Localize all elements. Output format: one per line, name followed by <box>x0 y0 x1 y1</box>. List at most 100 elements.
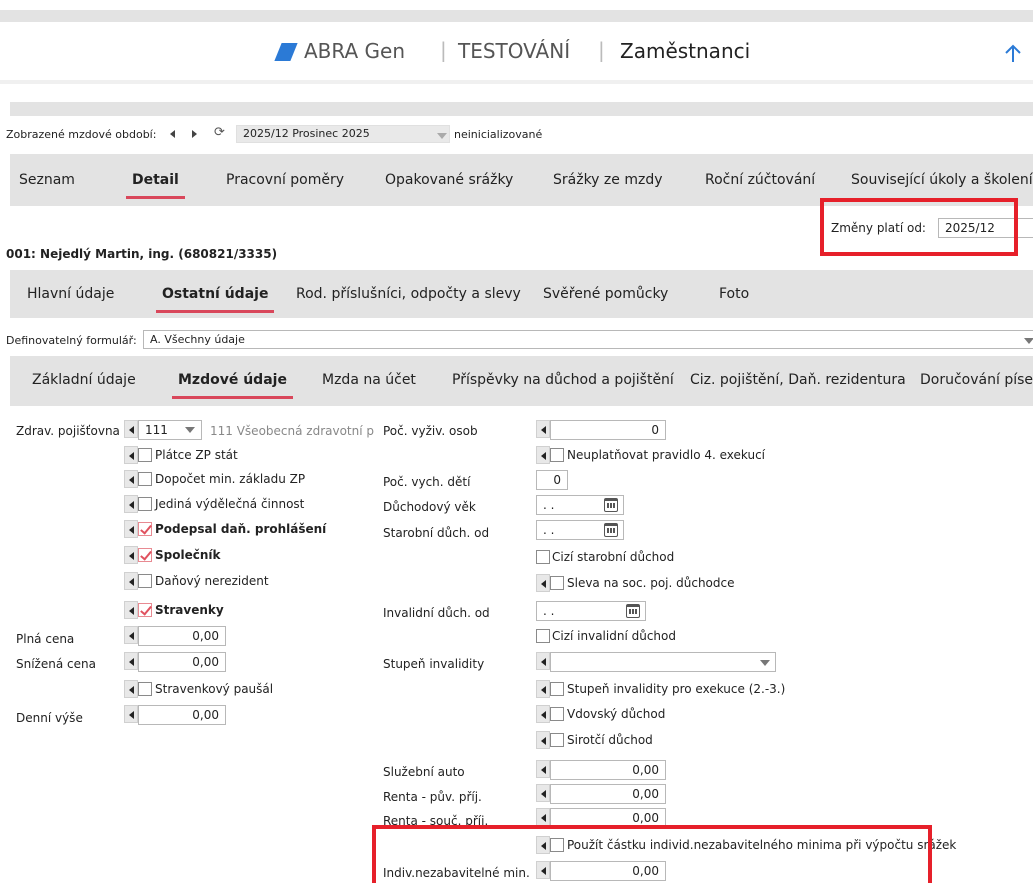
vdovsky-checkbox[interactable] <box>550 707 564 721</box>
stupen-exek-label: Stupeň invalidity pro exekuce (2.-3.) <box>567 682 786 696</box>
tab-foto[interactable]: Foto <box>719 286 749 302</box>
employee-title: 001: Nejedlý Martin, ing. (680821/3335) <box>6 247 278 261</box>
highlight-indiv-minimum <box>372 825 932 883</box>
company-name: TESTOVÁNÍ <box>458 39 571 63</box>
calendar-icon-2[interactable] <box>604 523 618 537</box>
tab-detail[interactable]: Detail <box>126 172 185 199</box>
snizena-cena-arrow[interactable] <box>124 652 138 670</box>
invalidni-label: Invalidní důch. od <box>383 606 490 620</box>
cizi-invalidni-label: Cizí invalidní důchod <box>552 629 676 643</box>
pausal-checkbox[interactable] <box>138 682 152 696</box>
sirotci-arrow[interactable] <box>536 731 550 749</box>
chevron-down-icon <box>437 133 447 139</box>
next-period-button[interactable] <box>186 126 204 142</box>
vyziv-osob-input[interactable]: 0 <box>550 420 666 440</box>
form-chevron-down-icon <box>1024 338 1033 344</box>
renta-souc-arrow[interactable] <box>536 808 550 826</box>
plna-cena-arrow[interactable] <box>124 626 138 644</box>
tab-zakladni-udaje[interactable]: Základní údaje <box>32 372 136 388</box>
sirotci-checkbox[interactable] <box>550 733 564 747</box>
jedina-checkbox[interactable] <box>138 497 152 511</box>
header-separator-2: | <box>598 38 605 62</box>
stravenky-label: Stravenky <box>155 603 224 617</box>
header-separator: | <box>440 38 447 62</box>
podepsal-checkbox[interactable] <box>138 522 152 536</box>
zp-stat-label: Plátce ZP stát <box>155 448 238 462</box>
jedina-label: Jediná výdělečná činnost <box>155 497 305 511</box>
denni-vyse-input[interactable]: 0,00 <box>138 705 226 725</box>
podepsal-label: Podepsal daň. prohlášení <box>155 522 327 536</box>
period-bar: Zobrazené mzdové období: ⟳ 2025/12 Prosi… <box>0 122 1033 146</box>
tab-seznam[interactable]: Seznam <box>19 172 75 188</box>
stravenky-arrow[interactable] <box>124 601 138 619</box>
insurer-arrow[interactable] <box>124 420 138 438</box>
dopocet-arrow[interactable] <box>124 470 138 488</box>
zp-stat-arrow[interactable] <box>124 446 138 464</box>
calendar-icon[interactable] <box>604 498 618 512</box>
arrow-up-icon[interactable] <box>1003 44 1023 64</box>
toolbar-strip <box>10 102 1033 116</box>
dopocet-checkbox[interactable] <box>138 472 152 486</box>
pausal-arrow[interactable] <box>124 680 138 698</box>
stupen-exek-arrow[interactable] <box>536 680 550 698</box>
denni-vyse-arrow[interactable] <box>124 705 138 723</box>
neuplat-checkbox[interactable] <box>550 448 564 462</box>
insurer-chevron-icon <box>185 427 195 433</box>
period-select[interactable]: 2025/12 Prosinec 2025 <box>236 125 450 143</box>
sleva-arrow[interactable] <box>536 574 550 592</box>
tab-sverene-pomucky[interactable]: Svěřené pomůcky <box>543 286 668 302</box>
sluzebni-auto-input[interactable]: 0,00 <box>550 760 666 780</box>
tab-souvisejici-ukoly[interactable]: Související úkoly a školení <box>851 172 1033 188</box>
cizi-invalidni-checkbox[interactable] <box>536 629 550 643</box>
spolecnik-checkbox[interactable] <box>138 548 152 562</box>
plna-cena-input[interactable]: 0,00 <box>138 626 226 646</box>
nerezident-arrow[interactable] <box>124 572 138 590</box>
insurer-name: 111 Všeobecná zdravotní p <box>210 424 374 438</box>
period-label: Zobrazené mzdové období: <box>6 128 157 141</box>
sluzebni-auto-label: Služební auto <box>383 765 465 779</box>
tab-rocni-zuctovani[interactable]: Roční zúčtování <box>705 172 815 188</box>
tab-srazky-ze-mzdy[interactable]: Srážky ze mzdy <box>553 172 662 188</box>
vych-deti-input[interactable]: 0 <box>536 470 568 490</box>
stravenky-checkbox[interactable] <box>138 603 152 617</box>
tab-opakovane-srazky[interactable]: Opakované srážky <box>385 172 513 188</box>
tab-pracovni-pomery[interactable]: Pracovní poměry <box>226 172 344 188</box>
period-status: neinicializované <box>454 128 543 141</box>
podepsal-arrow[interactable] <box>124 520 138 538</box>
pausal-label: Stravenkový paušál <box>155 682 274 696</box>
denni-vyse-label: Denní výše <box>16 711 83 725</box>
jedina-arrow[interactable] <box>124 495 138 513</box>
tab-dorucovani[interactable]: Doručování písemností <box>920 372 1033 388</box>
tab-ciz-pojisteni[interactable]: Ciz. pojištění, Daň. rezidentura <box>690 372 906 388</box>
tab-mzda-na-ucet[interactable]: Mzda na účet <box>322 372 416 388</box>
tab-ostatni-udaje[interactable]: Ostatní údaje <box>155 286 275 313</box>
stupen-label: Stupeň invalidity <box>383 657 485 671</box>
vyziv-osob-arrow[interactable] <box>536 420 550 438</box>
inner-tabs: Základní údaje Mzdové údaje Mzda na účet… <box>10 356 1033 406</box>
module-title: Zaměstnanci <box>620 39 751 63</box>
sleva-checkbox[interactable] <box>550 576 564 590</box>
tab-rod-prislusnici[interactable]: Rod. příslušníci, odpočty a slevy <box>296 286 521 302</box>
tab-prispevky[interactable]: Příspěvky na důchod a pojištění <box>452 372 674 388</box>
tab-hlavni-udaje[interactable]: Hlavní údaje <box>27 286 114 302</box>
vdovsky-arrow[interactable] <box>536 705 550 723</box>
renta-puv-arrow[interactable] <box>536 784 550 802</box>
cizi-starobni-checkbox[interactable] <box>536 550 550 564</box>
stupen-arrow[interactable] <box>536 652 550 670</box>
tab-mzdove-udaje[interactable]: Mzdové údaje <box>172 372 293 399</box>
brand-name: ABRA Gen <box>304 39 406 63</box>
refresh-icon[interactable]: ⟳ <box>214 125 225 140</box>
renta-puv-input[interactable]: 0,00 <box>550 784 666 804</box>
duchodovy-vek-label: Důchodový věk <box>383 500 476 514</box>
stupen-select[interactable] <box>550 652 776 672</box>
nerezident-checkbox[interactable] <box>138 574 152 588</box>
zp-stat-checkbox[interactable] <box>138 448 152 462</box>
neuplat-arrow[interactable] <box>536 446 550 464</box>
form-select[interactable]: A. Všechny údaje <box>143 330 1033 349</box>
spolecnik-arrow[interactable] <box>124 546 138 564</box>
snizena-cena-input[interactable]: 0,00 <box>138 652 226 672</box>
stupen-exek-checkbox[interactable] <box>550 682 564 696</box>
sluzebni-auto-arrow[interactable] <box>536 760 550 778</box>
prev-period-button[interactable] <box>164 126 182 142</box>
calendar-icon-3[interactable] <box>626 604 640 618</box>
